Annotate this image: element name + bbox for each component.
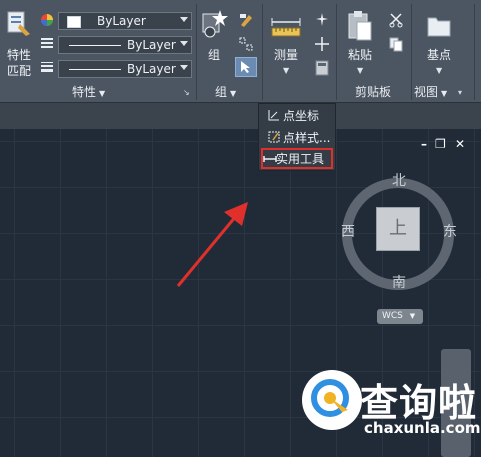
id-point-icon[interactable] [314, 36, 330, 52]
point-coordinates-icon [268, 110, 279, 121]
chevron-down-icon: ▼ [230, 89, 237, 98]
view-panel-launcher-icon[interactable]: ▾ [458, 88, 462, 97]
compass-east[interactable]: 东 [443, 221, 457, 241]
match-label-line1: 特性 [7, 48, 32, 62]
panel-divider [411, 4, 412, 100]
watermark-brand-url: chaxunla.com [364, 419, 481, 437]
minimize-button[interactable]: – [421, 137, 427, 151]
base-view-icon [427, 17, 451, 37]
highlight-box [261, 148, 333, 169]
ruler-icon [271, 18, 301, 37]
chevron-down-icon: ▼ [357, 66, 364, 75]
lineweight-preview [69, 69, 121, 70]
wcs-menu-button[interactable]: WCS ▼ [377, 309, 423, 324]
cut-icon[interactable] [388, 12, 404, 28]
color-combo[interactable]: ByLayer [58, 12, 192, 30]
compass-south[interactable]: 南 [392, 272, 406, 292]
menu-item-label: 点样式... [283, 131, 331, 145]
viewcube-face-label: 上 [389, 218, 407, 239]
chevron-down-icon [180, 65, 188, 70]
magnifier-logo-icon [311, 379, 349, 417]
chevron-down-icon: ▼ [409, 312, 416, 320]
wcs-label: WCS [382, 311, 403, 321]
lineweight-combo-value: ByLayer [127, 62, 176, 76]
viewcube-top-face[interactable]: 上 [376, 207, 420, 251]
base-label: 基点 [427, 48, 452, 62]
point-style-icon [268, 131, 280, 143]
close-button[interactable]: ✕ [455, 137, 465, 151]
measure-label: 测量 [274, 48, 299, 62]
view-panel-title[interactable]: 视图 ▼ [414, 84, 447, 100]
ungroup-icon[interactable] [238, 36, 254, 52]
chevron-down-icon: ▼ [283, 66, 290, 75]
group-selection-toggle-button[interactable] [235, 57, 257, 77]
chevron-down-icon [180, 17, 188, 22]
chevron-down-icon: ▼ [436, 66, 443, 75]
menu-item-label: 点坐标 [283, 109, 320, 123]
restore-button[interactable]: ❐ [435, 137, 446, 151]
calculator-icon[interactable] [315, 60, 329, 76]
chevron-down-icon: ▼ [441, 89, 448, 98]
cursor-select-icon [241, 61, 250, 73]
file-tab-bar [0, 103, 481, 129]
lineweight-combo[interactable]: ByLayer [58, 60, 192, 78]
annotation-arrow-icon [176, 202, 248, 287]
watermark-logo [302, 370, 362, 430]
chevron-down-icon: ▼ [99, 89, 106, 98]
color-combo-value: ByLayer [97, 14, 146, 28]
compass-west[interactable]: 西 [341, 221, 355, 241]
match-properties-button[interactable]: 特性 匹配 [2, 6, 36, 80]
quick-select-icon[interactable] [314, 12, 330, 28]
measure-button[interactable]: 测量 ▼ [268, 10, 304, 76]
panel-divider [196, 4, 197, 100]
menu-item-point-style[interactable]: 点样式... [261, 128, 335, 148]
panel-divider [474, 4, 475, 100]
panel-divider [262, 4, 263, 100]
match-label-line2: 匹配 [7, 64, 32, 78]
ribbon: 特性 匹配 ByLayer ByLayer ByLayer 特性 ▼ ↘ 组 组… [0, 0, 481, 103]
group-panel-title-text: 组 [215, 85, 228, 99]
group-panel-title[interactable]: 组 ▼ [215, 84, 236, 100]
menu-item-point-coordinates[interactable]: 点坐标 [261, 106, 335, 126]
base-button[interactable]: 基点 ▼ [418, 10, 458, 75]
match-properties-icon [7, 11, 30, 36]
properties-panel-title-text: 特性 [72, 85, 97, 99]
copy-icon[interactable] [388, 36, 404, 52]
group-button[interactable]: 组 [200, 8, 230, 68]
group-edit-icon[interactable] [238, 12, 254, 28]
view-panel-title-text: 视图 [414, 85, 439, 99]
color-swatch [67, 16, 81, 28]
paste-button[interactable]: 粘贴 ▼ [342, 8, 378, 75]
linetype-combo-value: ByLayer [127, 38, 176, 52]
linetype-preview [69, 45, 121, 46]
linetype-icon[interactable] [40, 36, 54, 50]
lineweight-icon[interactable] [40, 60, 54, 74]
chevron-down-icon [180, 41, 188, 46]
clipboard-panel-title: 剪贴板 [355, 85, 392, 99]
properties-panel-title[interactable]: 特性 ▼ [72, 84, 105, 100]
group-label: 组 [208, 48, 221, 62]
compass-north[interactable]: 北 [392, 170, 406, 190]
linetype-combo[interactable]: ByLayer [58, 36, 192, 54]
properties-panel-launcher-icon[interactable]: ↘ [183, 88, 190, 97]
panel-divider [336, 4, 337, 100]
color-wheel-icon[interactable] [40, 13, 54, 27]
paste-label: 粘贴 [348, 48, 373, 62]
paste-icon [348, 11, 372, 41]
group-icon [202, 10, 228, 38]
